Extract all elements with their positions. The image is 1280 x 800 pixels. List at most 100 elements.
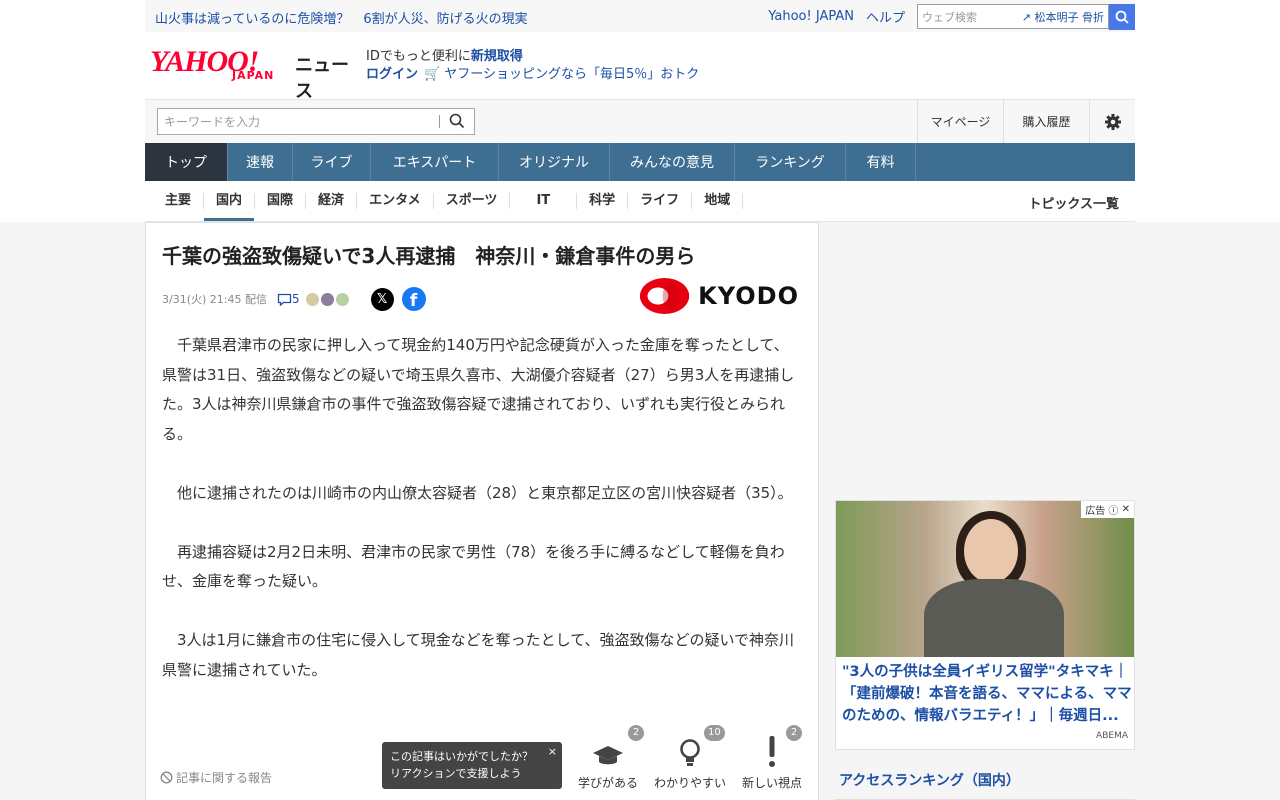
shopping-promo-link[interactable]: ヤフーショッピングなら「毎日5％」おトク <box>444 67 699 82</box>
top-headline-part2[interactable]: 6割が人災、防げる火の現実 <box>363 12 527 27</box>
id-promo-text: IDでもっと便利に <box>366 49 471 64</box>
article-meta: 3/31(火) 21:45 配信 5 𝕏 f <box>162 287 426 311</box>
mypage-link[interactable]: マイページ <box>917 100 1003 143</box>
login-area: IDでもっと便利に新規取得 ログイン 🛒 ヤフーショッピングなら「毎日5％」おトク <box>366 48 699 84</box>
search-row: キーワードを入力 マイページ 購入履歴 <box>145 99 1135 143</box>
search-icon <box>1115 10 1129 24</box>
reaction-prompt-line2: リアクションで支援しよう <box>390 767 522 780</box>
search-icon[interactable] <box>449 113 465 129</box>
comments-link[interactable]: 5 <box>277 292 300 306</box>
yahoo-japan-link[interactable]: Yahoo! JAPAN <box>768 9 854 24</box>
article-title: 千葉の強盗致傷疑いで3人再逮捕 神奈川・鎌倉事件の男ら <box>162 244 696 268</box>
share-x-button[interactable]: 𝕏 <box>370 287 394 311</box>
article-body: 千葉県君津市の民家に押し入って現金約140万円や記念硬貨が入った金庫を奪ったとし… <box>162 331 802 715</box>
reaction-face-icon <box>320 292 334 306</box>
settings-button[interactable] <box>1089 100 1135 143</box>
signup-link[interactable]: 新規取得 <box>471 49 523 64</box>
reaction-new-view-button[interactable]: 2 新しい視点 <box>732 725 812 791</box>
report-link[interactable]: 記事に関する報告 <box>160 769 272 786</box>
reaction-label: 学びがある <box>577 776 638 790</box>
ad-tag[interactable]: 広告 ⓘ ✕ <box>1081 501 1134 518</box>
yahoo-news-logo[interactable]: YAHOO! JAPAN ニュース <box>150 47 355 103</box>
category-economy[interactable]: 経済 <box>306 193 358 209</box>
nav-top[interactable]: トップ <box>145 143 228 181</box>
keyword-search-input[interactable]: キーワードを入力 <box>157 108 475 135</box>
help-link[interactable]: ヘルプ <box>866 7 905 26</box>
category-international[interactable]: 国際 <box>255 193 307 209</box>
advertisement[interactable]: 広告 ⓘ ✕ "3人の子供は全員イギリス留学"タキマキ｜「建前爆破！本音を語る、… <box>835 500 1135 750</box>
web-search-input[interactable]: ウェブ検索 ↗ 松本明子 骨折 <box>917 4 1109 29</box>
nav-paid[interactable]: 有料 <box>846 143 916 181</box>
close-icon[interactable]: × <box>548 743 557 760</box>
share-facebook-button[interactable]: f <box>401 287 426 311</box>
cart-icon: 🛒 <box>424 67 441 82</box>
news-logo-text: ニュース <box>295 55 349 102</box>
reaction-count: 2 <box>628 725 644 741</box>
web-search-button[interactable] <box>1109 3 1135 30</box>
category-domestic[interactable]: 国内 <box>204 193 256 221</box>
web-search-placeholder: ウェブ検索 <box>922 10 977 24</box>
report-label: 記事に関する報告 <box>176 771 273 785</box>
login-link[interactable]: ログイン <box>366 67 418 82</box>
exclamation-icon <box>769 736 775 767</box>
trend-keyword-text: 松本明子 骨折 <box>1034 10 1105 24</box>
reaction-clear-button[interactable]: 10 わかりやすい <box>650 725 730 791</box>
reaction-label: わかりやすい <box>653 776 726 790</box>
ad-image[interactable]: 広告 ⓘ ✕ <box>836 501 1134 657</box>
ad-source: ABEMA <box>1096 731 1128 741</box>
reaction-prompt-line1: この記事はいかがでしたか？ <box>390 750 533 763</box>
reaction-count: 10 <box>704 725 725 741</box>
top-headline-part1[interactable]: 山火事は減っているのに危険増？ <box>155 12 349 27</box>
category-local[interactable]: 地域 <box>692 193 744 209</box>
nav-expert[interactable]: エキスパート <box>371 143 499 181</box>
ad-person-face <box>964 519 1018 583</box>
reaction-count: 2 <box>786 725 802 741</box>
article-paragraph: 他に逮捕されたのは川崎市の内山僚太容疑者（28）と東京都足立区の宮川快容疑者（3… <box>177 483 793 502</box>
ad-person-body <box>924 579 1064 657</box>
reaction-label: 新しい視点 <box>741 776 802 790</box>
category-main[interactable]: 主要 <box>153 193 205 209</box>
ad-text[interactable]: "3人の子供は全員イギリス留学"タキマキ｜「建前爆破！本音を語る、ママによる、マ… <box>842 661 1132 727</box>
publisher-logo[interactable]: KYODO <box>639 276 799 316</box>
gear-icon <box>1104 113 1121 130</box>
prohibited-icon <box>160 771 173 784</box>
purchase-history-link[interactable]: 購入履歴 <box>1003 100 1089 143</box>
kyodo-mark-icon <box>639 278 690 314</box>
top-bar: 山火事は減っているのに危険増？ 6割が人災、防げる火の現実 Yahoo! JAPA… <box>145 0 1135 32</box>
search-divider <box>439 115 440 128</box>
nav-live[interactable]: ライブ <box>293 143 371 181</box>
reaction-face-icon <box>335 292 349 306</box>
publisher-name: KYODO <box>698 282 799 310</box>
close-icon[interactable]: ✕ <box>1122 504 1130 515</box>
ad-label: 広告 <box>1085 506 1106 517</box>
top-headline[interactable]: 山火事は減っているのに危険増？ 6割が人災、防げる火の現実 <box>155 8 542 27</box>
category-it[interactable]: IT <box>510 193 578 209</box>
main-nav: トップ 速報 ライブ エキスパート オリジナル みんなの意見 ランキング 有料 <box>145 143 1135 181</box>
category-science[interactable]: 科学 <box>577 193 629 209</box>
article-paragraph: 3人は1月に鎌倉市の住宅に侵入して現金などを奪ったとして、強盗致傷などの疑いで神… <box>162 631 794 679</box>
nav-original[interactable]: オリジナル <box>499 143 610 181</box>
comment-count: 5 <box>291 292 300 306</box>
category-life[interactable]: ライフ <box>628 193 693 209</box>
reaction-prompt: × この記事はいかがでしたか？ リアクションで支援しよう <box>382 742 562 789</box>
trend-keyword[interactable]: ↗ 松本明子 骨折 <box>1022 9 1108 25</box>
reaction-learn-button[interactable]: 2 学びがある <box>568 725 648 791</box>
brand-row: YAHOO! JAPAN ニュース IDでもっと便利に新規取得 ログイン 🛒 ヤフー… <box>145 32 1135 103</box>
nav-ranking[interactable]: ランキング <box>735 143 846 181</box>
category-sports[interactable]: スポーツ <box>434 193 511 209</box>
nav-opinions[interactable]: みんなの意見 <box>610 143 735 181</box>
access-ranking-title[interactable]: アクセスランキング（国内） <box>835 766 1135 800</box>
category-entertainment[interactable]: エンタメ <box>357 193 434 209</box>
reaction-icons <box>305 292 351 306</box>
topics-list-link[interactable]: トピックス一覧 <box>1028 193 1119 212</box>
graduation-cap-icon <box>593 746 623 765</box>
article-paragraph: 再逮捕容疑は2月2日未明、君津市の民家で男性（78）を後ろ手に縛るなどして軽傷を… <box>162 542 785 591</box>
info-icon[interactable]: ⓘ <box>1108 502 1118 517</box>
comment-icon <box>277 293 292 306</box>
article-paragraph: 千葉県君津市の民家に押し入って現金約140万円や記念硬貨が入った金庫を奪ったとし… <box>162 336 795 443</box>
distribution-label: 配信 <box>244 293 267 306</box>
trend-arrow-icon: ↗ <box>1021 10 1031 24</box>
keyword-search-placeholder: キーワードを入力 <box>164 115 261 129</box>
nav-breaking[interactable]: 速報 <box>228 143 293 181</box>
article: 千葉の強盗致傷疑いで3人再逮捕 神奈川・鎌倉事件の男ら 3/31(火) 21:4… <box>145 222 819 800</box>
